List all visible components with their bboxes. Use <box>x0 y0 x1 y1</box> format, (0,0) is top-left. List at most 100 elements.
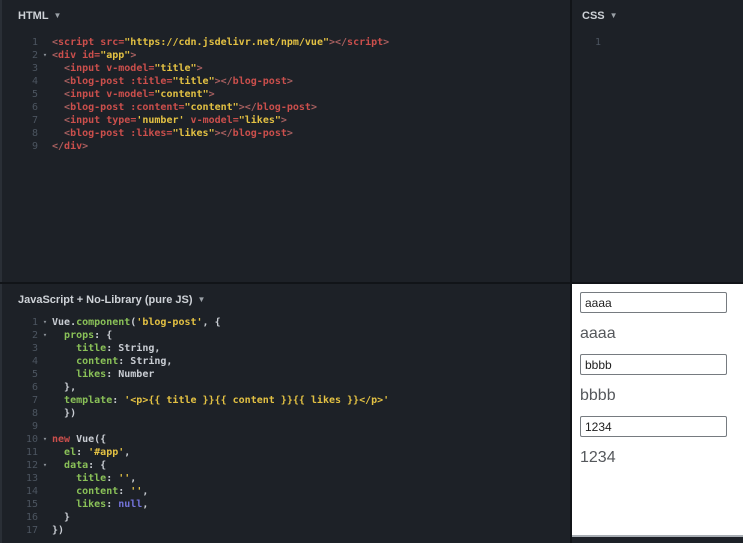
code-line[interactable]: 6 }, <box>2 381 570 394</box>
result-input[interactable] <box>580 416 727 437</box>
result-input[interactable] <box>580 292 727 313</box>
fold-arrow-icon[interactable]: ▾ <box>38 459 52 472</box>
fold-gutter <box>38 420 52 433</box>
code-line[interactable]: 7 template: '<p>{{ title }}{{ content }}… <box>2 394 570 407</box>
code-line[interactable]: 10 ▾ new Vue({ <box>2 433 570 446</box>
code-line[interactable]: 3 <input v-model="title"> <box>2 62 570 75</box>
code-line[interactable]: 17}) <box>2 524 570 537</box>
code-line[interactable]: 8 <blog-post :likes="likes"></blog-post> <box>2 127 570 140</box>
line-number: 15 <box>25 499 38 510</box>
html-panel-title: HTML <box>18 10 49 22</box>
code-text: content: String, <box>76 356 173 367</box>
fold-arrow-icon[interactable]: ▾ <box>38 433 52 446</box>
code-line[interactable]: 2 ▾ props: { <box>2 329 570 342</box>
line-number: 9 <box>31 421 38 432</box>
code-line[interactable]: 7 <input type='number' v-model="likes"> <box>2 114 570 127</box>
code-line[interactable]: 5 likes: Number <box>2 368 570 381</box>
code-text: <blog-post :title="title"></blog-post> <box>64 76 293 87</box>
fold-gutter <box>38 407 52 420</box>
fold-gutter <box>38 342 52 355</box>
result-bottom-strip <box>572 537 743 543</box>
code-line[interactable]: 5 <input v-model="content"> <box>2 88 570 101</box>
line-number: 11 <box>25 447 38 458</box>
line-number: 4 <box>31 356 38 367</box>
code-text: } <box>64 512 71 523</box>
code-text: <input type='number' v-model="likes"> <box>64 115 287 126</box>
line-number: 4 <box>31 76 38 87</box>
css-code-editor[interactable]: 1 <box>572 36 743 49</box>
html-panel-menu[interactable]: HTML ▼ <box>2 0 570 22</box>
code-text: Vue.component('blog-post', { <box>52 317 221 328</box>
result-output-text: aaaa <box>580 325 616 342</box>
fold-gutter <box>38 498 52 511</box>
code-line[interactable]: 4 <blog-post :title="title"></blog-post> <box>2 75 570 88</box>
code-text: content: '', <box>76 486 149 497</box>
line-number: 13 <box>25 473 38 484</box>
line-number: 1 <box>31 37 38 48</box>
line-number: 5 <box>31 369 38 380</box>
code-line[interactable]: 9 </div> <box>2 140 570 153</box>
code-line[interactable]: 1 ▾ Vue.component('blog-post', { <box>2 316 570 329</box>
dropdown-caret-icon: ▼ <box>53 11 62 20</box>
code-text: <input v-model="content"> <box>64 89 215 100</box>
fold-gutter <box>38 88 52 101</box>
code-line[interactable]: 11 el: '#app', <box>2 446 570 459</box>
css-panel-menu[interactable]: CSS ▼ <box>572 0 743 22</box>
fold-gutter <box>38 381 52 394</box>
code-line[interactable]: 6 <blog-post :content="content"></blog-p… <box>2 101 570 114</box>
javascript-code-editor[interactable]: 1 ▾ Vue.component('blog-post', {2 ▾ props: … <box>2 316 570 537</box>
result-body: aaaa bbbb 1234 <box>572 284 743 467</box>
fold-arrow-icon[interactable]: ▾ <box>38 316 52 329</box>
code-line[interactable]: 15 likes: null, <box>2 498 570 511</box>
code-line[interactable]: 13 title: '', <box>2 472 570 485</box>
fold-gutter <box>38 127 52 140</box>
line-number: 17 <box>25 525 38 536</box>
line-number: 1 <box>31 317 38 328</box>
fold-gutter <box>38 485 52 498</box>
code-text: }) <box>52 525 65 536</box>
line-number: 8 <box>31 128 38 139</box>
code-line[interactable]: 1 <script src="https://cdn.jsdelivr.net/n… <box>2 36 570 49</box>
code-line[interactable]: 1 <box>572 36 743 49</box>
dropdown-caret-icon: ▼ <box>197 295 206 304</box>
css-panel-title: CSS <box>582 10 605 22</box>
code-text: <script src="https://cdn.jsdelivr.net/np… <box>52 37 390 48</box>
fold-gutter <box>38 472 52 485</box>
fold-gutter <box>38 524 52 537</box>
javascript-panel-menu[interactable]: JavaScript + No-Library (pure JS) ▼ <box>2 284 570 306</box>
fold-arrow-icon[interactable]: ▾ <box>38 49 52 62</box>
fold-gutter <box>38 368 52 381</box>
code-line[interactable]: 12 ▾ data: { <box>2 459 570 472</box>
fold-gutter <box>38 446 52 459</box>
code-line[interactable]: 2 ▾ <div id="app"> <box>2 49 570 62</box>
code-text: title: '', <box>76 473 137 484</box>
code-line[interactable]: 8 }) <box>2 407 570 420</box>
result-frame: aaaa bbbb 1234 <box>572 284 743 537</box>
line-number: 6 <box>31 102 38 113</box>
code-line[interactable]: 16 } <box>2 511 570 524</box>
code-text: }) <box>64 408 77 419</box>
code-line[interactable]: 9 <box>2 420 570 433</box>
line-number: 6 <box>31 382 38 393</box>
line-number: 8 <box>31 408 38 419</box>
fold-gutter <box>38 114 52 127</box>
fiddle-app: { "icons": { "dropdown": "▼", "fold": "▾… <box>0 0 743 543</box>
fold-gutter <box>38 394 52 407</box>
line-number: 12 <box>25 460 38 471</box>
css-panel: CSS ▼ 1 <box>572 0 743 282</box>
code-text: el: '#app', <box>64 447 131 458</box>
line-number: 7 <box>31 115 38 126</box>
line-number: 1 <box>594 37 601 48</box>
result-input[interactable] <box>580 354 727 375</box>
code-text: likes: null, <box>76 499 149 510</box>
html-code-editor[interactable]: 1 <script src="https://cdn.jsdelivr.net/n… <box>2 36 570 153</box>
code-text: template: '<p>{{ title }}{{ content }}{{… <box>64 395 390 406</box>
code-text: new Vue({ <box>52 434 107 445</box>
code-text: }, <box>64 382 77 393</box>
code-text: data: { <box>64 460 107 471</box>
code-line[interactable]: 3 title: String, <box>2 342 570 355</box>
code-line[interactable]: 4 content: String, <box>2 355 570 368</box>
fold-arrow-icon[interactable]: ▾ <box>38 329 52 342</box>
code-line[interactable]: 14 content: '', <box>2 485 570 498</box>
line-number: 10 <box>25 434 38 445</box>
